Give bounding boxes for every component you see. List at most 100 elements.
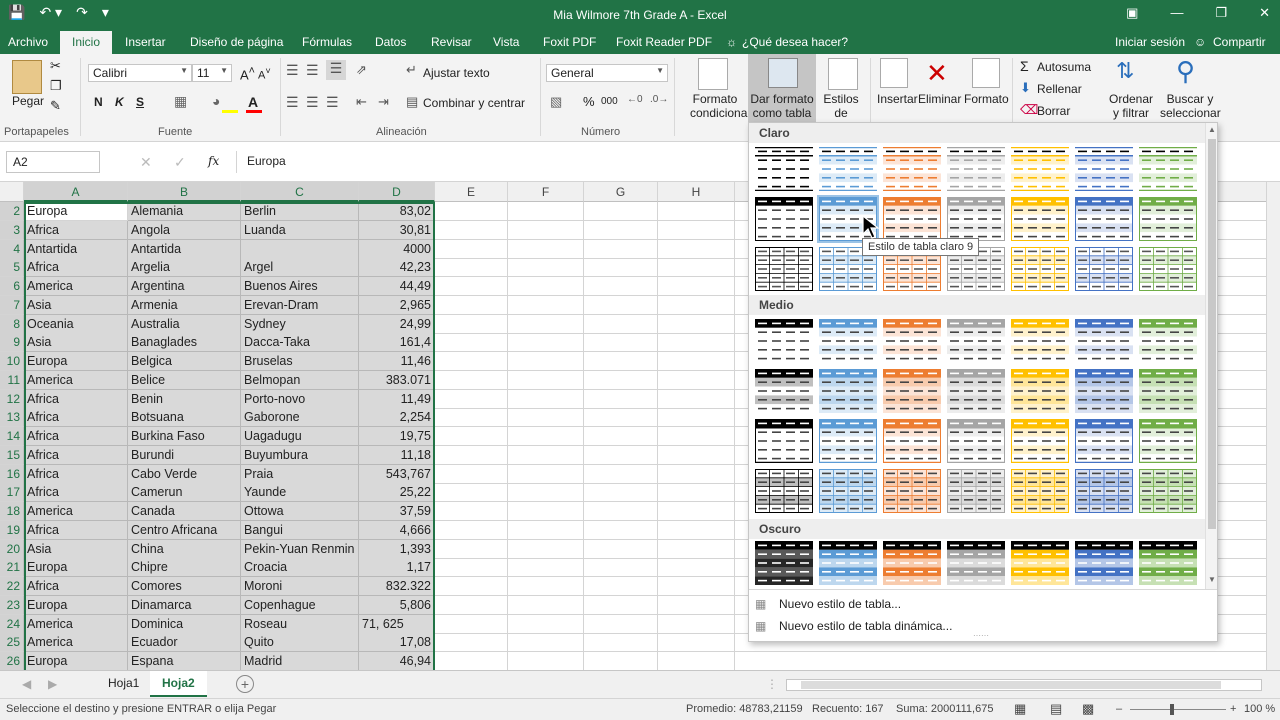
empty-cell[interactable]	[658, 352, 735, 371]
empty-cell[interactable]	[658, 370, 735, 390]
empty-cell[interactable]	[508, 258, 584, 278]
table-cell[interactable]: Pekin-Yuan Renmin	[241, 539, 359, 559]
empty-cell[interactable]	[584, 483, 658, 503]
empty-cell[interactable]	[584, 352, 658, 371]
row-header[interactable]: 26	[0, 652, 24, 670]
table-cell[interactable]: 161,4	[359, 333, 435, 353]
column-header[interactable]: H	[658, 182, 735, 202]
empty-cell[interactable]	[658, 333, 735, 353]
zoom-slider-thumb[interactable]	[1170, 704, 1174, 715]
fill-color-icon[interactable]: ◕	[212, 93, 220, 109]
table-cell[interactable]: Dominica	[128, 614, 241, 634]
table-cell[interactable]: Uagadugu	[241, 427, 359, 446]
table-cell[interactable]: Croacia	[241, 558, 359, 578]
empty-cell[interactable]	[658, 220, 735, 240]
row-header[interactable]: 6	[0, 277, 24, 296]
empty-cell[interactable]	[508, 202, 584, 221]
paste-button[interactable]: Pegar	[12, 94, 44, 108]
table-style-swatch[interactable]	[1075, 418, 1133, 464]
insert-function-button[interactable]: fx	[208, 154, 219, 168]
table-style-swatch[interactable]	[947, 418, 1005, 464]
table-cell[interactable]: Ottowa	[241, 502, 359, 521]
empty-cell[interactable]	[584, 258, 658, 278]
sign-in-link[interactable]: Iniciar sesión	[1115, 35, 1185, 49]
cell-styles-icon[interactable]	[828, 58, 858, 90]
scroll-up-icon[interactable]: ▲	[1208, 125, 1216, 134]
empty-cell[interactable]	[435, 333, 508, 353]
table-style-swatch[interactable]	[947, 319, 1005, 363]
increase-decimal-icon[interactable]: ←0	[627, 94, 643, 105]
empty-cell[interactable]	[508, 652, 584, 670]
table-cell[interactable]: Berlin	[241, 202, 359, 221]
add-sheet-icon[interactable]: +	[236, 675, 254, 693]
table-cell[interactable]: Africa	[24, 483, 128, 503]
table-cell[interactable]: Argelia	[128, 258, 241, 278]
table-cell[interactable]: 11,49	[359, 389, 435, 409]
empty-cell[interactable]	[435, 427, 508, 446]
table-cell[interactable]: Cabo Verde	[128, 464, 241, 484]
empty-cell[interactable]	[435, 239, 508, 259]
tab-vista[interactable]: Vista	[493, 35, 519, 49]
table-cell[interactable]: 83,02	[359, 202, 435, 221]
table-cell[interactable]: Comores	[128, 577, 241, 596]
tab-inicio[interactable]: Inicio	[60, 31, 113, 54]
empty-cell[interactable]	[508, 502, 584, 521]
table-cell[interactable]: 37,59	[359, 502, 435, 521]
page-layout-icon[interactable]: ▤	[1050, 701, 1062, 717]
shrink-font-icon[interactable]: A˅	[258, 66, 271, 82]
zoom-level[interactable]: 100 %	[1244, 703, 1275, 715]
empty-cell[interactable]	[508, 614, 584, 634]
table-cell[interactable]: Burundi	[128, 445, 241, 465]
column-header[interactable]: C	[241, 182, 359, 202]
tab-insertar[interactable]: Insertar	[125, 35, 166, 49]
table-cell[interactable]: America	[24, 633, 128, 653]
empty-cell[interactable]	[435, 595, 508, 615]
empty-cell[interactable]	[508, 483, 584, 503]
table-style-swatch[interactable]	[1139, 369, 1197, 413]
row-header[interactable]: 13	[0, 408, 24, 428]
table-cell[interactable]: 5,806	[359, 595, 435, 615]
table-cell[interactable]: 46,94	[359, 652, 435, 670]
empty-cell[interactable]	[658, 502, 735, 521]
row-header[interactable]: 23	[0, 595, 24, 615]
empty-cell[interactable]	[658, 483, 735, 503]
empty-cell[interactable]	[435, 220, 508, 240]
empty-cell[interactable]	[508, 389, 584, 409]
table-style-swatch[interactable]	[1139, 468, 1197, 513]
row-header[interactable]: 7	[0, 295, 24, 315]
empty-cell[interactable]	[658, 595, 735, 615]
empty-cell[interactable]	[584, 445, 658, 465]
row-header[interactable]: 19	[0, 520, 24, 540]
empty-cell[interactable]	[584, 202, 658, 221]
horizontal-scrollbar[interactable]	[786, 679, 1262, 691]
empty-cell[interactable]	[435, 520, 508, 540]
empty-cell[interactable]	[584, 464, 658, 484]
minimize-icon[interactable]: —	[1170, 5, 1183, 21]
table-cell[interactable]: Africa	[24, 520, 128, 540]
table-style-swatch[interactable]	[947, 369, 1005, 413]
empty-cell[interactable]	[435, 633, 508, 653]
clear-button[interactable]: Borrar	[1037, 104, 1070, 118]
empty-cell[interactable]	[508, 633, 584, 653]
table-style-swatch[interactable]	[1011, 369, 1069, 413]
empty-cell[interactable]	[658, 389, 735, 409]
table-cell[interactable]: Europa	[24, 595, 128, 615]
empty-cell[interactable]	[508, 520, 584, 540]
empty-cell[interactable]	[658, 258, 735, 278]
empty-cell[interactable]	[658, 520, 735, 540]
empty-cell[interactable]	[584, 333, 658, 353]
table-cell[interactable]: Porto-novo	[241, 389, 359, 409]
font-size-select[interactable]: 11 ▼	[192, 64, 232, 82]
prev-sheet-icon[interactable]: ◀	[22, 677, 31, 691]
table-style-swatch[interactable]	[755, 369, 813, 413]
conditional-format-button[interactable]: Formato condicional	[690, 92, 750, 120]
row-header[interactable]: 10	[0, 352, 24, 371]
empty-cell[interactable]	[508, 370, 584, 390]
table-cell[interactable]: Chipre	[128, 558, 241, 578]
table-cell[interactable]: 42,23	[359, 258, 435, 278]
empty-cell[interactable]	[435, 652, 508, 670]
find-select-icon[interactable]: ⚲	[1176, 56, 1195, 87]
table-style-swatch[interactable]	[755, 541, 813, 585]
empty-cell[interactable]	[658, 614, 735, 634]
column-header[interactable]: D	[359, 182, 435, 202]
